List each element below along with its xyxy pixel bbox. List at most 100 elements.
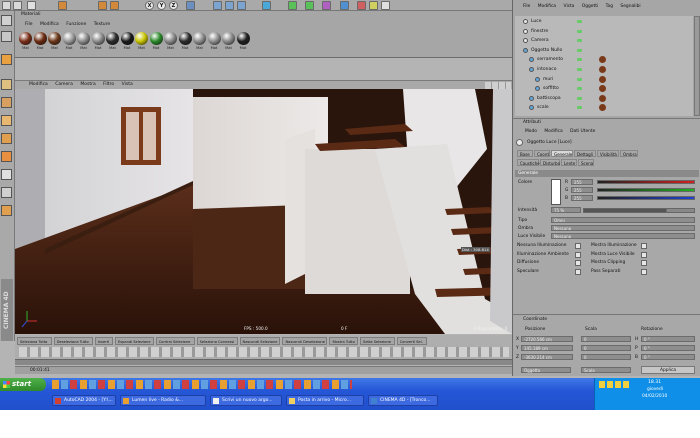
scale-field[interactable]: 0	[581, 336, 631, 342]
attributes-tab[interactable]: Ombra	[620, 150, 638, 157]
material-ball[interactable]	[149, 32, 163, 45]
scene-icon[interactable]	[357, 1, 366, 10]
attr-menu-dati-utente[interactable]: Dati Utente	[570, 129, 595, 134]
workplane-icon[interactable]	[1, 205, 12, 216]
object-row[interactable]: intonaco	[515, 65, 693, 74]
taskbar-window-button[interactable]: Posta in arrivo - Micro...	[286, 395, 364, 406]
points-mode-icon[interactable]	[1, 115, 12, 126]
option-checkbox[interactable]	[575, 260, 581, 266]
scale-select[interactable]: Scala	[581, 367, 631, 373]
attributes-tab[interactable]: Coord.	[534, 150, 550, 157]
viewport-3d[interactable]: Dist : 308.614 FPS : 500.0 0 F Fotogramm…	[15, 89, 512, 334]
array-icon[interactable]	[322, 1, 331, 10]
selection-button[interactable]: Setta Selezione	[360, 337, 395, 345]
edges-mode-icon[interactable]	[1, 133, 12, 144]
material-ball[interactable]	[222, 32, 235, 45]
material-tag-icon[interactable]	[599, 66, 606, 73]
material-ball[interactable]	[19, 32, 32, 45]
scale-tool-icon[interactable]	[98, 1, 107, 10]
intensity-field[interactable]: 75 %	[551, 207, 581, 213]
material-ball[interactable]	[120, 32, 134, 45]
start-button[interactable]: start	[0, 378, 46, 391]
object-visibility-dots[interactable]	[577, 58, 582, 62]
option-checkbox[interactable]	[641, 268, 647, 275]
rotation-field[interactable]: 0 °	[641, 336, 695, 342]
luce-visibile-select[interactable]: Nessuno	[551, 233, 695, 239]
taskbar-window-button[interactable]: Lumen live - Radio &...	[120, 395, 206, 406]
object-visibility-dots[interactable]	[577, 29, 582, 33]
position-field[interactable]: -3630.214 cm	[521, 354, 573, 360]
object-row[interactable]: serramento	[515, 55, 693, 64]
tipo-select[interactable]: Omni	[551, 217, 695, 223]
apply-button[interactable]: Applica	[641, 366, 695, 374]
object-row[interactable]: soffitto	[515, 84, 693, 93]
option-checkbox[interactable]	[641, 260, 647, 266]
axis-y-button[interactable]: Y	[157, 1, 166, 10]
select-arrow-icon[interactable]	[27, 1, 36, 10]
snap-icon[interactable]	[1, 187, 12, 198]
taskbar-window-button[interactable]: AutoCAD 2004 - [Y:\...	[52, 395, 116, 406]
viewport-menu-vista[interactable]: Vista	[122, 82, 133, 87]
attributes-tab[interactable]: Scena	[578, 159, 594, 166]
material-ball[interactable]	[48, 32, 61, 45]
rgb-slider[interactable]	[597, 196, 695, 200]
material-ball[interactable]	[178, 32, 192, 45]
rgb-value-field[interactable]: 255	[571, 179, 593, 185]
material-ball[interactable]	[33, 32, 47, 45]
om-menu-oggetti[interactable]: Oggetti	[582, 4, 598, 9]
viewport-menu-modifica[interactable]: Modifica	[29, 82, 48, 87]
viewport-menu-mostra[interactable]: Mostra	[80, 82, 95, 87]
attributes-tab[interactable]: Disturbo	[540, 159, 560, 166]
object-row[interactable]: Oggetto Nullo	[515, 46, 693, 55]
rotate-tool-icon[interactable]	[110, 1, 119, 10]
attr-menu-modo[interactable]: Modo	[525, 129, 537, 134]
rgb-slider[interactable]	[597, 188, 695, 192]
taskbar-window-button[interactable]: CINEMA 4D - [Tronco...	[368, 395, 438, 406]
render-settings-icon[interactable]	[237, 1, 246, 10]
material-ball[interactable]	[106, 32, 119, 45]
rotation-field[interactable]: 0 °	[641, 354, 695, 360]
material-ball[interactable]	[193, 32, 206, 45]
render-view-icon[interactable]	[213, 1, 222, 10]
material-tag-icon[interactable]	[599, 104, 606, 112]
viewport-nav-icons[interactable]	[485, 82, 511, 89]
material-tag-icon[interactable]	[599, 94, 606, 102]
rotation-field[interactable]: 0 °	[641, 345, 695, 351]
object-visibility-dots[interactable]	[577, 87, 582, 91]
move-tool-icon[interactable]	[58, 1, 67, 10]
ombra-select[interactable]: Nessuno	[551, 225, 695, 231]
option-checkbox[interactable]	[641, 243, 647, 249]
material-ball[interactable]	[91, 32, 105, 45]
light-icon[interactable]	[381, 1, 390, 10]
selection-button[interactable]: Espandi Selezione	[114, 337, 154, 345]
quick-launch-icons[interactable]	[52, 380, 352, 389]
selection-button[interactable]: Converti Sel.	[396, 337, 428, 345]
menu-modifica[interactable]: Modifica	[40, 22, 59, 27]
material-ball[interactable]	[164, 32, 177, 45]
om-menu-modifica[interactable]: Modifica	[538, 4, 556, 9]
viewport-menu-filtro[interactable]: Filtro	[103, 82, 114, 87]
color-swatch[interactable]	[551, 179, 561, 205]
object-visibility-dots[interactable]	[577, 20, 582, 23]
rgb-value-field[interactable]: 255	[571, 187, 593, 193]
option-checkbox[interactable]	[575, 243, 581, 249]
object-visibility-dots[interactable]	[577, 77, 582, 81]
menu-funzione[interactable]: Funzione	[66, 22, 86, 27]
spline-icon[interactable]	[288, 1, 297, 10]
selection-button[interactable]: Seleziona Tutto	[17, 337, 52, 345]
redo-icon[interactable]	[13, 1, 22, 10]
animation-mode-icon[interactable]	[1, 169, 12, 180]
selection-button[interactable]: Seleziona Connessi	[196, 337, 238, 345]
option-checkbox[interactable]	[575, 268, 581, 275]
selection-button[interactable]: Nascondi Deselezione	[282, 337, 328, 345]
axis-z-button[interactable]: Z	[169, 1, 178, 10]
attributes-tab[interactable]: Visibilità	[597, 150, 619, 157]
selection-button[interactable]: Nascondi Selezione	[239, 337, 281, 345]
intensity-slider[interactable]	[583, 208, 695, 213]
axis-x-button[interactable]: X	[145, 1, 154, 10]
scale-field[interactable]: 0	[581, 345, 631, 351]
texture-mode-icon[interactable]	[1, 79, 12, 90]
object-row[interactable]: Camera	[515, 36, 693, 45]
material-ball[interactable]	[77, 32, 90, 45]
om-menu-file[interactable]: File	[523, 4, 530, 9]
